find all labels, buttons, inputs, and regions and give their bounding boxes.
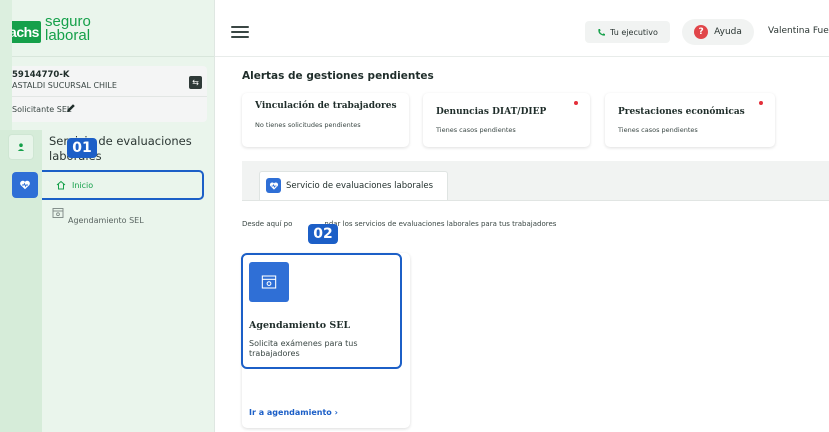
heart-icon <box>266 178 281 193</box>
alert-card-title: Denuncias DIAT/DIEP <box>436 107 547 117</box>
company-rut: 59144770-K <box>12 70 70 80</box>
step-badge-02: 02 <box>308 224 338 244</box>
tab-label: Servicio de evaluaciones laborales <box>286 181 434 191</box>
pencil-icon[interactable] <box>65 102 77 114</box>
help-label: Ayuda <box>714 27 742 37</box>
tu-ejecutivo-button[interactable]: Tu ejecutivo <box>585 21 670 43</box>
intro-text: Desde aquí po ndar los servicios de evalu… <box>242 220 556 228</box>
alert-card-subtitle: Tienes casos pendientes <box>436 126 516 134</box>
alert-card-vinculacion[interactable]: Vinculación de trabajadores No tienes so… <box>242 93 409 147</box>
heart-icon <box>20 180 30 190</box>
ir-a-agendamiento-link[interactable]: Ir a agendamiento › <box>249 408 338 417</box>
person-icon <box>17 143 25 151</box>
menu-icon[interactable] <box>231 26 249 38</box>
company-divider <box>7 96 207 97</box>
alert-card-subtitle: Tienes casos pendientes <box>618 126 698 134</box>
service-card-title: Agendamiento SEL <box>249 320 351 331</box>
phone-icon <box>598 28 606 36</box>
sidebar-item-label: Inicio <box>72 180 94 190</box>
alert-card-title: Vinculación de trabajadores <box>255 101 397 111</box>
alert-card-denuncias[interactable]: Denuncias DIAT/DIEP Tienes casos pendien… <box>423 93 590 147</box>
rail-evaluations-button[interactable] <box>12 172 38 198</box>
calendar-icon <box>249 262 289 302</box>
alerts-title: Alertas de gestiones pendientes <box>242 70 434 82</box>
logo-text-line2: laboral <box>45 27 91 44</box>
brand-header: achs seguro laboral <box>0 0 215 57</box>
chevron-right-icon: › <box>334 408 338 417</box>
calendar-icon <box>52 208 64 218</box>
help-icon: ? <box>694 25 709 39</box>
home-icon <box>56 180 66 190</box>
logo-text: seguro laboral <box>45 14 91 44</box>
alert-dot-icon <box>574 101 578 105</box>
achs-logo[interactable]: achs <box>7 21 41 43</box>
switch-company-button[interactable]: ⇆ <box>189 76 202 89</box>
exec-label: Tu ejecutivo <box>610 27 658 37</box>
link-label: Ir a agendamiento <box>249 408 332 417</box>
sidebar-item-label: Agendamiento SEL <box>68 215 144 225</box>
service-card-description: Solicita exámenes para tus trabajadores <box>249 339 358 358</box>
help-button[interactable]: ? Ayuda <box>682 19 754 45</box>
alert-card-title: Prestaciones económicas <box>618 107 745 117</box>
alert-card-subtitle: No tienes solicitudes pendientes <box>255 121 361 129</box>
tab-servicio-evaluaciones[interactable]: Servicio de evaluaciones laborales <box>259 171 448 201</box>
top-bar: Tu ejecutivo ? Ayuda Valentina Fue <box>215 0 829 57</box>
alert-card-prestaciones[interactable]: Prestaciones económicas Tienes casos pen… <box>605 93 775 147</box>
intro-text-part2: ndar los servicios de evaluaciones labor… <box>324 220 557 228</box>
alert-dot-icon <box>759 101 763 105</box>
company-name: ASTALDI SUCURSAL CHILE <box>12 81 117 90</box>
intro-text-part1: Desde aquí po <box>242 220 293 228</box>
company-selector: 59144770-K ASTALDI SUCURSAL CHILE ⇆ Soli… <box>7 66 207 122</box>
user-name[interactable]: Valentina Fue <box>768 26 829 36</box>
role-label: Solicitante SEL <box>12 105 72 114</box>
rail-user-button[interactable] <box>8 134 34 160</box>
step-badge-01: 01 <box>67 138 97 158</box>
tab-bar: Servicio de evaluaciones laborales <box>242 161 829 201</box>
